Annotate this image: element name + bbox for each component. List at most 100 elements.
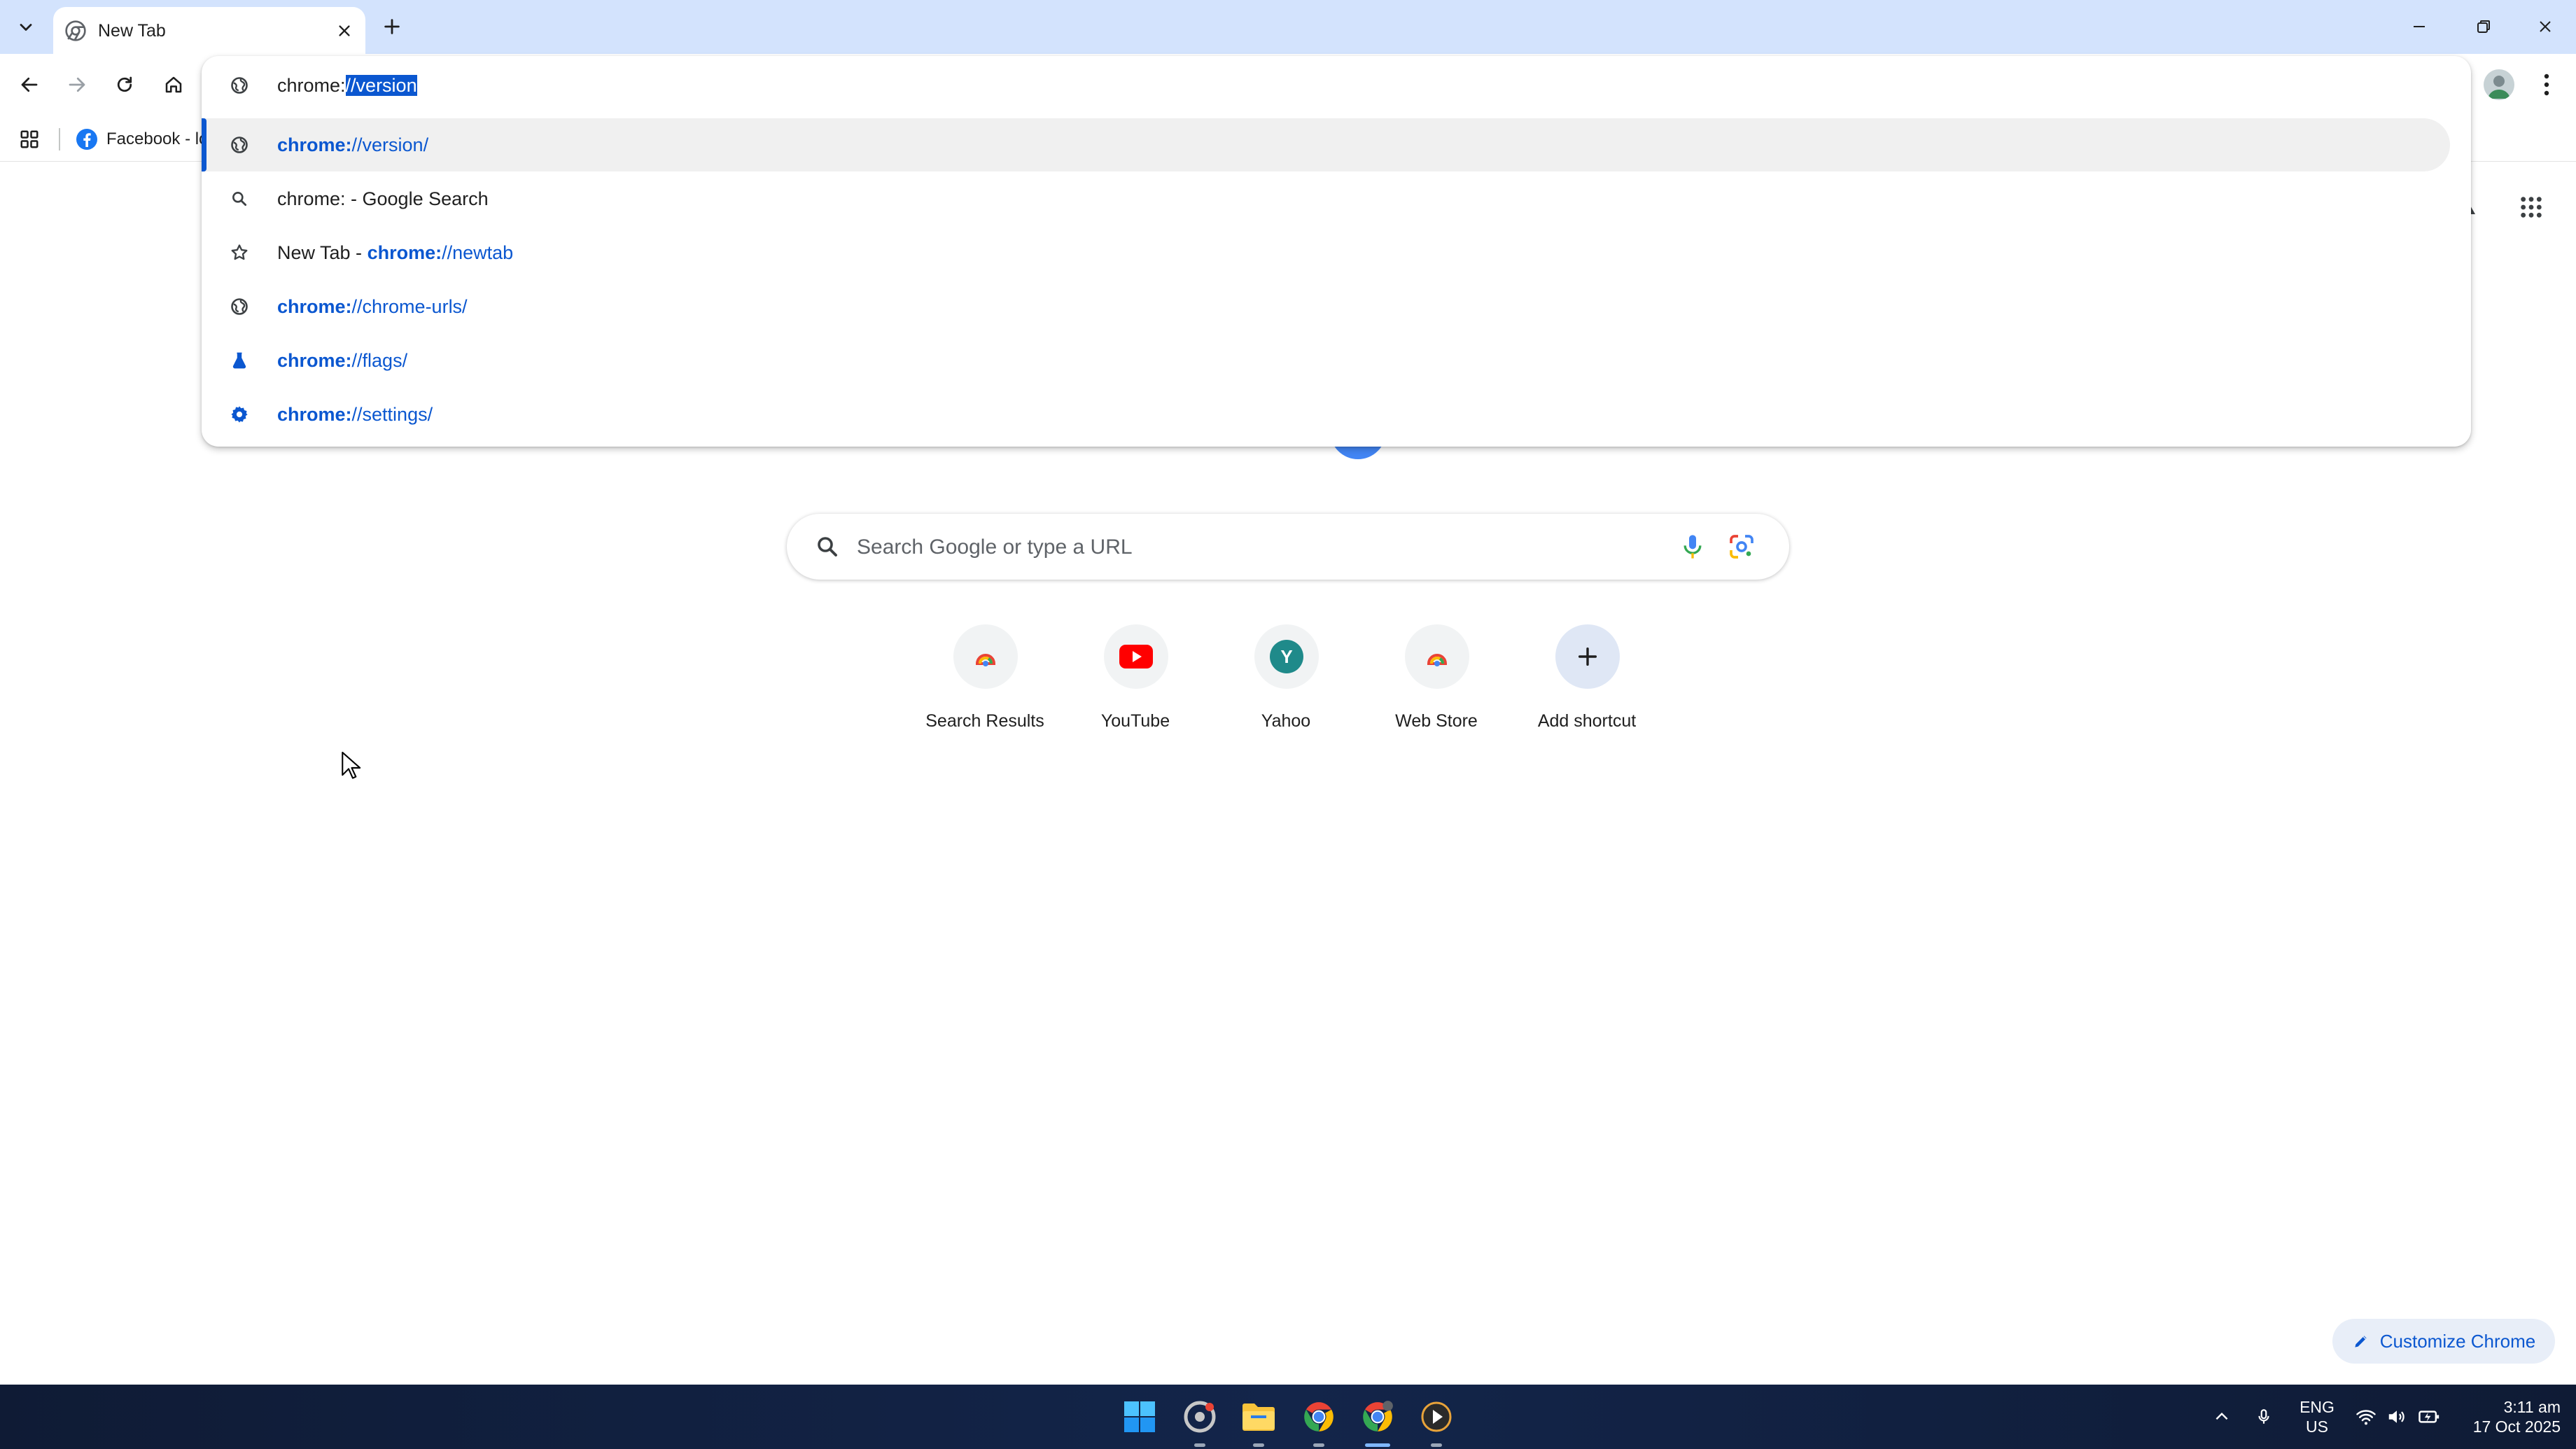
windows-logo-icon [1124,1401,1155,1432]
chrome-menu-button[interactable] [2530,65,2563,104]
wifi-button[interactable] [2353,1404,2379,1429]
shortcuts-grid: Search Results YouTube Y Yahoo Web Store [911,620,1667,746]
shortcut-label: Yahoo [1261,711,1311,731]
suggestion-title: New Tab - [277,242,368,263]
suggestion-text: chrome://settings/ [277,403,433,426]
tab-close-button[interactable] [332,18,357,43]
app-running-indicator [1431,1443,1442,1447]
customize-chrome-button[interactable]: Customize Chrome [2332,1319,2555,1364]
microphone-icon[interactable] [1679,533,1707,561]
pencil-icon [2355,1336,2367,1348]
language-indicator[interactable]: ENG US [2297,1397,2337,1436]
omnibox-input[interactable]: chrome://version [202,56,2471,115]
suggestion-text: chrome://chrome-urls/ [277,295,468,318]
mouse-cursor-icon [342,751,361,779]
customize-label: Customize Chrome [2379,1330,2536,1352]
clock[interactable]: 3:11 am 17 Oct 2025 [2456,1397,2561,1436]
restore-button[interactable] [2461,6,2506,48]
shortcut-add[interactable]: Add shortcut [1513,620,1660,746]
plus-icon [384,19,400,34]
suggestion-row[interactable]: chrome://flags/ [202,334,2471,387]
forward-button[interactable] [57,65,97,104]
minimize-button[interactable] [2397,6,2442,48]
globe-icon [227,132,252,158]
show-hidden-icons-button[interactable] [2209,1404,2234,1429]
reload-button[interactable] [105,65,144,104]
suggestion-row[interactable]: chrome://version/ [202,118,2450,172]
search-icon [818,537,837,556]
chrome-webstore-icon [975,654,996,666]
chevron-down-icon [20,24,32,31]
taskbar-app-media-player[interactable] [1417,1397,1456,1436]
apps-shortcut-button[interactable] [15,125,43,153]
google-lens-icon[interactable] [1728,533,1756,561]
omnibox-dropdown: chrome://version chrome://version/chrome… [202,56,2471,447]
arrow-left-icon [21,77,38,92]
battery-charging-icon [2418,1410,2440,1423]
volume-button[interactable] [2384,1404,2409,1429]
profile-avatar[interactable] [2484,69,2514,100]
taskbar-app-file-explorer[interactable] [1239,1397,1278,1436]
wifi-icon [2356,1410,2376,1425]
close-icon [339,25,350,36]
suggestion-row[interactable]: New Tab - chrome://newtab [202,226,2471,279]
shortcut-tile [953,624,1018,689]
grid-icon [20,130,38,148]
shortcut-label: Search Results [925,711,1044,731]
chrome-icon [1363,1401,1393,1432]
microphone-tray-button[interactable] [2251,1404,2276,1429]
taskbar-app-chrome-beta[interactable] [1180,1397,1219,1436]
microphone-icon [2258,1409,2269,1424]
start-button[interactable] [1120,1397,1159,1436]
youtube-icon [1119,645,1153,668]
plus-icon [1578,647,1597,666]
suggestion-text: chrome://version/ [277,134,428,156]
chrome-webstore-icon [1427,654,1448,666]
shortcut-search-results[interactable]: Search Results [911,620,1058,746]
speaker-icon [2388,1410,2404,1423]
tab-new-tab[interactable]: New Tab [53,7,365,54]
tab-title: New Tab [98,21,166,41]
suggestion-row[interactable]: chrome://settings/ [202,388,2471,441]
suggestion-text: chrome: - Google Search [277,188,489,210]
omnibox-text[interactable]: chrome://version [277,73,417,98]
tab-search-button[interactable] [8,10,43,45]
suggestion-url: chrome://newtab [367,242,514,263]
bookmark-facebook[interactable]: Facebook - lo [76,125,208,153]
shortcut-youtube[interactable]: YouTube [1062,620,1209,746]
app-running-indicator [1253,1443,1264,1447]
new-tab-button[interactable] [375,10,409,43]
avatar-icon [2488,76,2510,99]
shortcut-tile [1104,624,1168,689]
globe-icon [227,294,252,319]
star-icon [227,240,252,265]
shortcut-tile [1405,624,1469,689]
suggestion-text: New Tab - chrome://newtab [277,241,513,264]
tab-strip: New Tab [0,0,2576,54]
battery-button[interactable] [2416,1404,2442,1429]
suggestion-row[interactable]: chrome: - Google Search [202,172,2471,225]
restore-icon [2477,20,2490,33]
omnibox-icon [227,73,252,98]
yahoo-icon: Y [1270,640,1303,673]
clock-date: 17 Oct 2025 [2472,1418,2561,1436]
shortcut-label: Web Store [1395,711,1478,731]
bookmarks-separator [59,128,60,150]
more-vertical-icon [2544,74,2549,96]
suggestion-row[interactable]: chrome://chrome-urls/ [202,280,2471,333]
suggestion-url: chrome://chrome-urls/ [277,296,468,317]
window-close-button[interactable] [2523,6,2568,48]
app-active-indicator [1365,1443,1390,1447]
shortcut-web-store[interactable]: Web Store [1363,620,1510,746]
google-apps-button[interactable] [2513,189,2549,225]
yahoo-letter: Y [1280,645,1293,667]
taskbar-app-chrome-active[interactable] [1358,1397,1397,1436]
shortcut-label: YouTube [1100,711,1170,731]
back-button[interactable] [10,65,49,104]
play-circle-icon [1421,1401,1452,1432]
taskbar-app-chrome[interactable] [1299,1397,1338,1436]
home-button[interactable] [154,65,193,104]
ntp-search-box[interactable]: Search Google or type a URL [787,514,1789,580]
language-code: ENG [2300,1398,2334,1416]
shortcut-yahoo[interactable]: Y Yahoo [1212,620,1359,746]
